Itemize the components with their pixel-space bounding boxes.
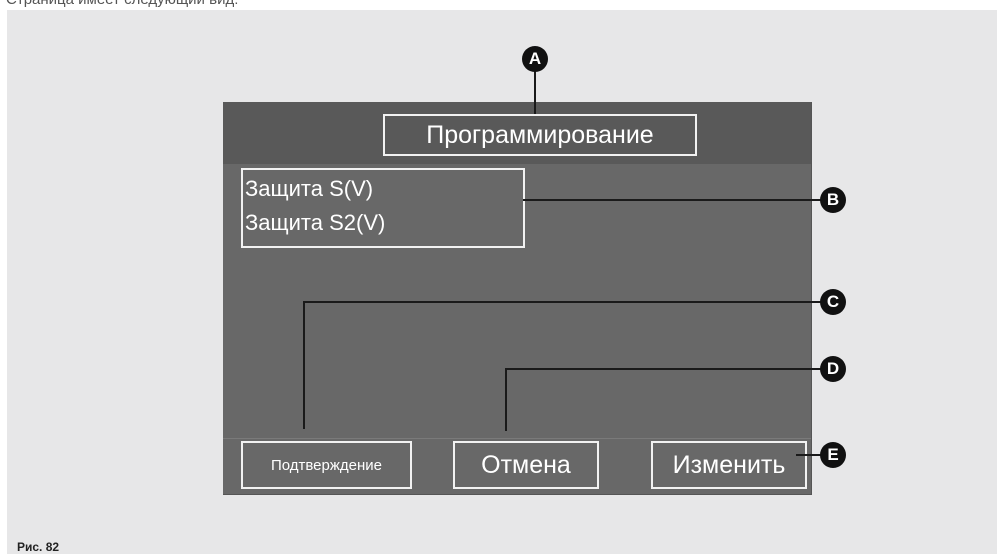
callout-c-marker: C xyxy=(820,289,846,315)
callout-d-marker: D xyxy=(820,356,846,382)
screen-title: Программирование xyxy=(383,114,697,156)
callout-d-line-horizontal xyxy=(505,368,823,370)
callout-d-line-vertical xyxy=(505,368,507,431)
menu-list: Защита S(V) Защита S2(V) xyxy=(241,168,525,248)
callout-e-marker: E xyxy=(820,442,846,468)
callout-c-line-horizontal xyxy=(303,301,823,303)
callout-c-line-vertical xyxy=(303,301,305,429)
figure-panel: Программирование Защита S(V) Защита S2(V… xyxy=(7,10,997,554)
page-intro-text: Страница имеет следующий вид: xyxy=(6,0,238,8)
callout-b-line xyxy=(523,199,823,201)
figure-caption: Рис. 82 xyxy=(17,540,60,554)
change-button[interactable]: Изменить xyxy=(651,441,807,489)
button-bar-divider xyxy=(223,438,811,439)
menu-item-protection-s[interactable]: Защита S(V) xyxy=(245,172,523,206)
cancel-button[interactable]: Отмена xyxy=(453,441,599,489)
menu-item-protection-s2[interactable]: Защита S2(V) xyxy=(245,206,523,240)
callout-b-marker: B xyxy=(820,187,846,213)
screen-header: Программирование xyxy=(223,102,811,164)
callout-a-marker: A xyxy=(522,46,548,72)
callout-a-line xyxy=(534,69,536,114)
confirm-button[interactable]: Подтверждение xyxy=(241,441,412,489)
device-screen: Программирование Защита S(V) Защита S2(V… xyxy=(223,102,812,495)
callout-e-line xyxy=(796,454,823,456)
